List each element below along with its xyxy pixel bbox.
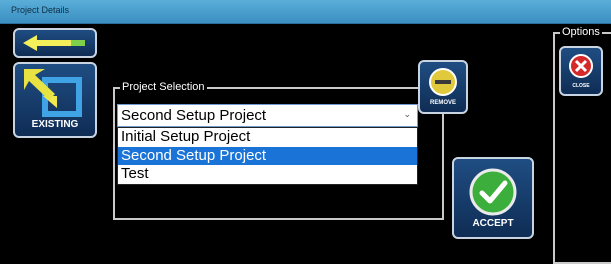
project-option-initial[interactable]: Initial Setup Project: [118, 128, 417, 147]
existing-project-icon: [24, 69, 82, 117]
close-button[interactable]: CLOSE: [559, 46, 603, 96]
window-title: Project Details: [11, 5, 70, 15]
remove-button[interactable]: REMOVE: [418, 60, 468, 114]
project-selection-legend: Project Selection: [120, 80, 207, 94]
project-option-second[interactable]: Second Setup Project: [118, 146, 417, 166]
close-x-icon: [569, 54, 593, 78]
title-bar: Project Details: [0, 0, 611, 24]
project-select-value: Second Setup Project: [121, 107, 267, 124]
arrow-left-icon: [23, 35, 85, 51]
back-button[interactable]: [13, 28, 97, 58]
existing-label: EXISTING: [31, 119, 79, 130]
project-options-list: Initial Setup Project Second Setup Proje…: [117, 127, 418, 185]
existing-button[interactable]: EXISTING: [13, 62, 97, 138]
chevron-down-icon[interactable]: ⌄: [403, 109, 411, 120]
project-option-test[interactable]: Test: [118, 165, 417, 184]
accept-label: ACCEPT: [472, 218, 514, 229]
minus-circle-icon: [429, 68, 457, 96]
accept-button[interactable]: ACCEPT: [452, 157, 534, 239]
checkmark-circle-icon: [469, 168, 517, 216]
close-label: CLOSE: [572, 83, 590, 89]
project-select[interactable]: Second Setup Project ⌄: [117, 104, 418, 127]
remove-label: REMOVE: [429, 100, 456, 106]
options-legend: Options: [560, 25, 602, 39]
